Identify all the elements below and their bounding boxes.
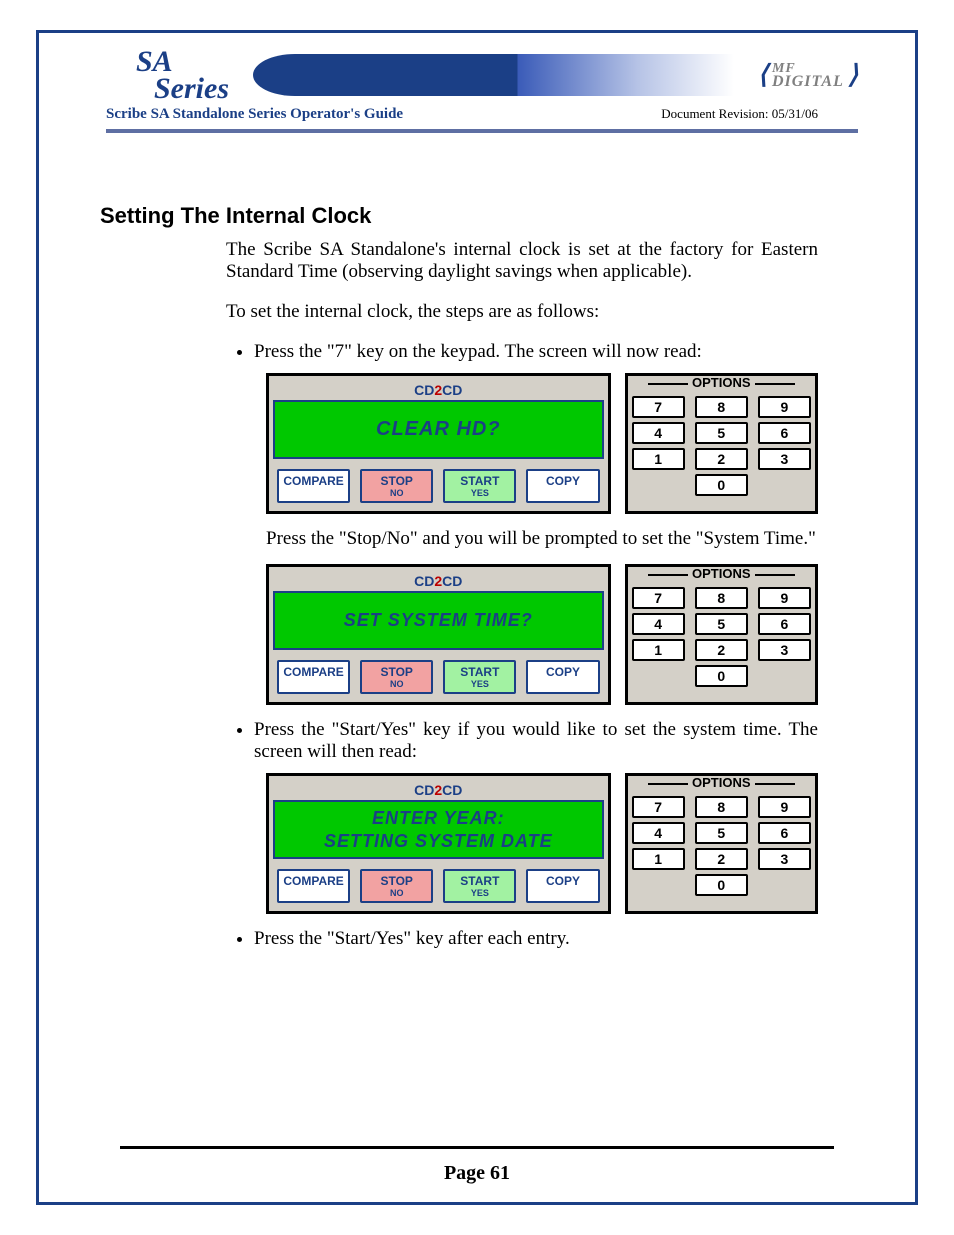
chevron-left-icon: ⟨ xyxy=(758,60,768,90)
keypad-key-7[interactable]: 7 xyxy=(632,796,685,818)
chevron-right-icon: ⟩ xyxy=(848,60,858,90)
sa-series-logo: SA Series xyxy=(106,48,229,102)
revision-label: Document Revision: 05/31/06 xyxy=(661,106,858,123)
keypad-key-2[interactable]: 2 xyxy=(695,448,748,470)
keypad-key-3[interactable]: 3 xyxy=(758,639,811,661)
keypad-key-1[interactable]: 1 xyxy=(632,848,685,870)
keypad-key-9[interactable]: 9 xyxy=(758,396,811,418)
keypad-key-1[interactable]: 1 xyxy=(632,448,685,470)
header-swoosh-icon xyxy=(253,54,734,96)
keypad-key-1[interactable]: 1 xyxy=(632,639,685,661)
keypad-key-4[interactable]: 4 xyxy=(632,613,685,635)
options-keypad: OPTIONS 789 456 1230 xyxy=(625,564,818,705)
footer-rule xyxy=(120,1146,834,1149)
guide-title: Scribe SA Standalone Series Operator's G… xyxy=(106,106,403,123)
keypad-key-2[interactable]: 2 xyxy=(695,848,748,870)
keypad-key-9[interactable]: 9 xyxy=(758,587,811,609)
keypad-key-6[interactable]: 6 xyxy=(758,422,811,444)
keypad-key-0[interactable]: 0 xyxy=(695,665,748,687)
page-header: SA Series ⟨ MF DIGITAL ⟩ Scribe SA Stand… xyxy=(106,48,858,133)
keypad-key-2[interactable]: 2 xyxy=(695,639,748,661)
mf-digital-logo: ⟨ MF DIGITAL ⟩ xyxy=(758,60,858,90)
keypad-key-4[interactable]: 4 xyxy=(632,422,685,444)
options-label: OPTIONS xyxy=(628,375,815,390)
keypad-key-6[interactable]: 6 xyxy=(758,613,811,635)
keypad-key-3[interactable]: 3 xyxy=(758,848,811,870)
options-label: OPTIONS xyxy=(628,775,815,790)
keypad-key-0[interactable]: 0 xyxy=(695,474,748,496)
keypad-key-7[interactable]: 7 xyxy=(632,587,685,609)
keypad-key-7[interactable]: 7 xyxy=(632,396,685,418)
page-number: Page 61 xyxy=(0,1162,954,1185)
options-keypad: OPTIONS 789 456 1230 xyxy=(625,773,818,914)
keypad-key-5[interactable]: 5 xyxy=(695,822,748,844)
keypad-key-6[interactable]: 6 xyxy=(758,822,811,844)
keypad-key-0[interactable]: 0 xyxy=(695,874,748,896)
keypad-key-8[interactable]: 8 xyxy=(695,587,748,609)
keypad-key-5[interactable]: 5 xyxy=(695,613,748,635)
keypad-key-3[interactable]: 3 xyxy=(758,448,811,470)
options-keypad: OPTIONS 789 456 1230 xyxy=(625,373,818,514)
keypad-key-9[interactable]: 9 xyxy=(758,796,811,818)
options-label: OPTIONS xyxy=(628,566,815,581)
keypad-key-4[interactable]: 4 xyxy=(632,822,685,844)
keypad-key-5[interactable]: 5 xyxy=(695,422,748,444)
keypad-key-8[interactable]: 8 xyxy=(695,396,748,418)
keypad-key-8[interactable]: 8 xyxy=(695,796,748,818)
